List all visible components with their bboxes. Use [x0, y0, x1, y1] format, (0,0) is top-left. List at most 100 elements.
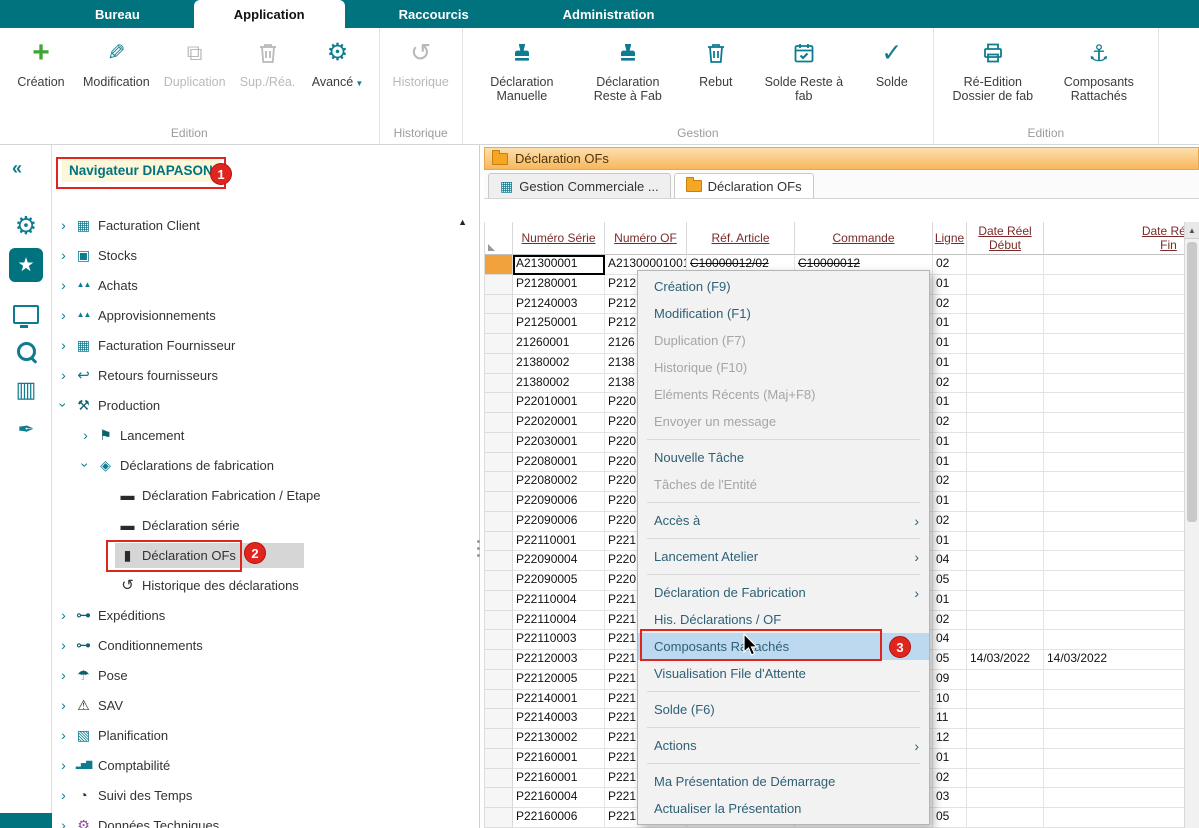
row-selector[interactable] — [485, 690, 513, 710]
sidebar-item-lancement[interactable]: ›⚑Lancement — [52, 420, 479, 450]
row-selector[interactable] — [485, 709, 513, 729]
cell-ligne[interactable]: 02 — [933, 295, 967, 315]
cell-debut[interactable] — [967, 472, 1044, 492]
cell-fin[interactable]: 14/03/2022 — [1044, 650, 1199, 670]
cell-fin[interactable] — [1044, 808, 1199, 828]
ribbon-button-declaration-manuelle[interactable]: Déclaration Manuelle — [473, 36, 571, 106]
row-selector[interactable] — [485, 571, 513, 591]
cell-serie[interactable]: A21300001 — [513, 255, 605, 275]
cell-ligne[interactable]: 02 — [933, 255, 967, 275]
search-icon[interactable] — [0, 332, 52, 370]
cell-fin[interactable] — [1044, 630, 1199, 650]
menu-item-actions[interactable]: Actions› — [638, 732, 929, 759]
cell-debut[interactable] — [967, 492, 1044, 512]
row-selector[interactable] — [485, 295, 513, 315]
cell-fin[interactable] — [1044, 453, 1199, 473]
row-selector[interactable] — [485, 512, 513, 532]
chevron-collapsed-icon[interactable]: › — [56, 817, 71, 828]
cell-ligne[interactable]: 02 — [933, 472, 967, 492]
cell-fin[interactable] — [1044, 275, 1199, 295]
row-selector[interactable] — [485, 413, 513, 433]
cell-ligne[interactable]: 01 — [933, 591, 967, 611]
cell-debut[interactable] — [967, 630, 1044, 650]
chevron-collapsed-icon[interactable]: › — [56, 757, 71, 773]
cell-fin[interactable] — [1044, 611, 1199, 631]
row-selector[interactable] — [485, 729, 513, 749]
grid-vertical-scrollbar[interactable]: ▲ — [1184, 222, 1199, 828]
pen-icon[interactable]: ✒ — [0, 410, 52, 448]
cell-serie[interactable]: P22110001 — [513, 532, 605, 552]
cell-ligne[interactable]: 01 — [933, 433, 967, 453]
collapse-navigator-button[interactable]: « — [12, 158, 22, 179]
chevron-collapsed-icon[interactable]: › — [56, 727, 71, 743]
sidebar-item-donnees-techniques[interactable]: ›⚙Données Techniques — [52, 810, 479, 828]
row-selector[interactable] — [485, 650, 513, 670]
menu-item-taches-de-l-entite[interactable]: Tâches de l'Entité — [638, 471, 929, 498]
cell-serie[interactable]: 21380002 — [513, 374, 605, 394]
cell-debut[interactable] — [967, 571, 1044, 591]
cell-ligne[interactable]: 02 — [933, 769, 967, 789]
top-tab-raccourcis[interactable]: Raccourcis — [359, 0, 509, 28]
cell-debut[interactable] — [967, 690, 1044, 710]
ribbon-button-sup-rea[interactable]: Sup./Réa. — [237, 36, 299, 91]
row-selector-header[interactable] — [485, 222, 513, 255]
cell-debut[interactable] — [967, 314, 1044, 334]
sidebar-item-declaration-fabrication-etape[interactable]: ▬Déclaration Fabrication / Etape — [52, 480, 479, 510]
row-selector[interactable] — [485, 255, 513, 275]
sidebar-item-facturation-client[interactable]: ›▦Facturation Client — [52, 210, 479, 240]
menu-item-elements-recents-maj-f8[interactable]: Eléments Récents (Maj+F8) — [638, 381, 929, 408]
cell-ligne[interactable]: 02 — [933, 611, 967, 631]
cell-serie[interactable]: P22160001 — [513, 749, 605, 769]
tree-scroll-up-icon[interactable]: ▲ — [458, 217, 467, 227]
cell-serie[interactable]: P22090006 — [513, 512, 605, 532]
cell-serie[interactable]: P21280001 — [513, 275, 605, 295]
chevron-collapsed-icon[interactable]: › — [56, 667, 71, 683]
cell-ligne[interactable]: 05 — [933, 650, 967, 670]
cell-fin[interactable] — [1044, 354, 1199, 374]
chevron-collapsed-icon[interactable]: › — [56, 637, 71, 653]
cell-debut[interactable] — [967, 749, 1044, 769]
sidebar-item-declarations-de-fabrication[interactable]: ›◈Déclarations de fabrication — [52, 450, 479, 480]
cell-debut[interactable] — [967, 354, 1044, 374]
cell-serie[interactable]: P22090004 — [513, 551, 605, 571]
ribbon-button-historique[interactable]: ↺Historique — [390, 36, 452, 91]
row-selector[interactable] — [485, 769, 513, 789]
menu-item-envoyer-un-message[interactable]: Envoyer un message — [638, 408, 929, 435]
cell-debut[interactable] — [967, 453, 1044, 473]
chevron-collapsed-icon[interactable]: › — [56, 697, 71, 713]
cell-ligne[interactable]: 01 — [933, 354, 967, 374]
menu-item-declaration-de-fabrication[interactable]: Déclaration de Fabrication› — [638, 579, 929, 606]
row-selector[interactable] — [485, 788, 513, 808]
sidebar-item-planification[interactable]: ›▧Planification — [52, 720, 479, 750]
cell-fin[interactable] — [1044, 314, 1199, 334]
cell-ligne[interactable]: 04 — [933, 630, 967, 650]
sidebar-item-achats[interactable]: ›▲▲Achats — [52, 270, 479, 300]
cell-fin[interactable] — [1044, 393, 1199, 413]
cell-debut[interactable] — [967, 670, 1044, 690]
cell-debut[interactable] — [967, 374, 1044, 394]
chevron-collapsed-icon[interactable]: › — [56, 367, 71, 383]
cell-serie[interactable]: P22160001 — [513, 769, 605, 789]
row-selector[interactable] — [485, 433, 513, 453]
cell-ligne[interactable]: 05 — [933, 808, 967, 828]
cell-ligne[interactable]: 01 — [933, 492, 967, 512]
cell-fin[interactable] — [1044, 729, 1199, 749]
cell-ligne[interactable]: 02 — [933, 413, 967, 433]
cell-fin[interactable] — [1044, 690, 1199, 710]
cell-debut[interactable]: 14/03/2022 — [967, 650, 1044, 670]
cell-ligne[interactable]: 01 — [933, 314, 967, 334]
scroll-up-icon[interactable]: ▲ — [1185, 222, 1199, 239]
sidebar-item-stocks[interactable]: ›▣Stocks — [52, 240, 479, 270]
cell-debut[interactable] — [967, 769, 1044, 789]
cell-fin[interactable] — [1044, 532, 1199, 552]
ribbon-button-avance[interactable]: ⚙Avancé ▼ — [307, 36, 369, 91]
row-selector[interactable] — [485, 275, 513, 295]
menu-item-ma-presentation-de-demarrage[interactable]: Ma Présentation de Démarrage — [638, 768, 929, 795]
menu-item-nouvelle-tache[interactable]: Nouvelle Tâche — [638, 444, 929, 471]
cell-debut[interactable] — [967, 788, 1044, 808]
top-tab-bureau[interactable]: Bureau — [55, 0, 180, 28]
menu-item-acces-a[interactable]: Accès à› — [638, 507, 929, 534]
ribbon-button-rebut[interactable]: Rebut — [685, 36, 747, 91]
menu-item-lancement-atelier[interactable]: Lancement Atelier› — [638, 543, 929, 570]
cell-serie[interactable]: P22110003 — [513, 630, 605, 650]
